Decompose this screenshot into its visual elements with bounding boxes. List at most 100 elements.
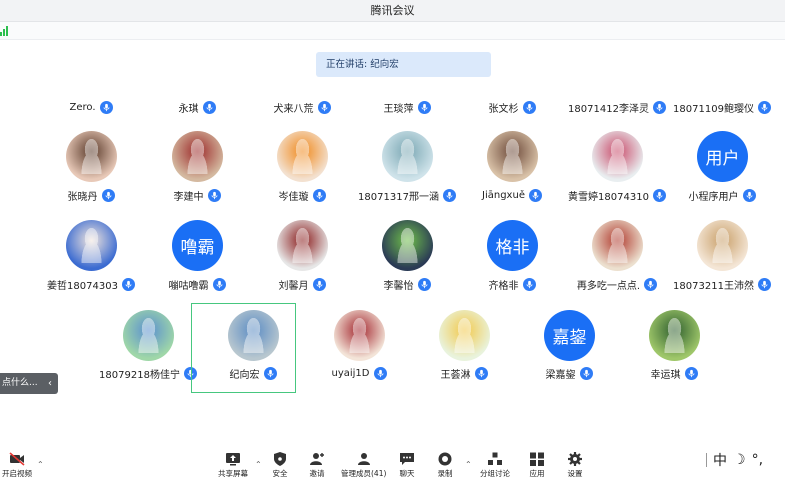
mic-icon[interactable] (312, 277, 326, 291)
participant-name: 张文杉 (488, 103, 519, 115)
participant-name: 幸运琪 (650, 369, 681, 381)
participant-name-row: 王琰萍 (352, 98, 462, 116)
mic-icon[interactable] (101, 188, 115, 202)
participant-name: 18073211王沛然 (673, 280, 754, 292)
participant-name: 王琰萍 (383, 103, 414, 115)
avatar[interactable] (123, 310, 174, 361)
avatar-image (602, 139, 633, 174)
participant-name: 张晓丹 (67, 191, 98, 203)
breakout-icon (488, 452, 502, 465)
avatar-image (602, 228, 633, 263)
participant-name: 18071412李泽灵 (568, 103, 649, 115)
breakout-rooms-button[interactable]: 分组讨论 (480, 452, 510, 480)
avatar-image (392, 228, 423, 263)
participant-name: 18079218杨佳宁 (99, 369, 180, 381)
mic-icon[interactable] (757, 277, 771, 291)
mic-icon[interactable] (757, 100, 771, 114)
mic-icon[interactable] (317, 100, 331, 114)
avatar-image (133, 318, 164, 353)
mic-icon[interactable] (373, 366, 387, 380)
chevron-up-icon[interactable]: ⌃ (465, 460, 472, 469)
participant-name-row: 张晓丹 (36, 186, 146, 204)
avatar[interactable] (439, 310, 490, 361)
avatar[interactable] (382, 131, 433, 182)
participant-name-row: 18071317邢一涵 (352, 186, 462, 204)
ime-status-bar[interactable]: 中 ☽ °, (706, 447, 785, 473)
video-button[interactable]: 开启视频 (2, 452, 32, 480)
mic-icon[interactable] (99, 100, 113, 114)
mic-icon[interactable] (522, 100, 536, 114)
mic-icon[interactable] (742, 188, 756, 202)
participant-name: Jiāngxuě (482, 189, 525, 201)
participant-name-row: 李建中 (142, 186, 252, 204)
avatar[interactable] (66, 131, 117, 182)
mic-icon[interactable] (417, 277, 431, 291)
signal-icon[interactable] (0, 25, 8, 36)
record-icon (438, 452, 452, 466)
avatar[interactable] (172, 131, 223, 182)
participant-name: 刘馨月 (278, 280, 309, 292)
ime-punct[interactable]: °, (752, 452, 763, 468)
mic-icon[interactable] (579, 366, 593, 380)
chevron-left-icon[interactable]: ‹ (48, 373, 52, 394)
avatar[interactable] (592, 220, 643, 271)
apps-icon (530, 452, 544, 466)
chevron-up-icon[interactable]: ⌃ (255, 460, 262, 469)
chat-icon (400, 453, 414, 465)
avatar-initials[interactable]: 噜霸 (172, 220, 223, 271)
avatar-initials[interactable]: 格非 (487, 220, 538, 271)
mic-icon[interactable] (522, 277, 536, 291)
moon-icon[interactable]: ☽ (733, 452, 746, 468)
security-button[interactable]: 安全 (272, 452, 288, 480)
participant-name-row: 18071109鲍璎仪 (667, 98, 777, 116)
settings-button[interactable]: 设置 (567, 452, 583, 480)
mic-icon[interactable] (652, 100, 666, 114)
avatar-image (707, 228, 738, 263)
participant-name-row: 黄雪婷18074310 (562, 186, 672, 204)
manage-members-button[interactable]: 管理成员(41) (341, 452, 386, 480)
apps-button[interactable]: 应用 (529, 452, 545, 480)
mic-icon[interactable] (121, 277, 135, 291)
chat-button[interactable]: 聊天 (399, 452, 415, 480)
mic-icon[interactable] (212, 277, 226, 291)
avatar[interactable] (277, 220, 328, 271)
avatar[interactable] (334, 310, 385, 361)
avatar-image (182, 139, 213, 174)
mic-icon[interactable] (417, 100, 431, 114)
participant-name: 嘣咕噜霸 (168, 280, 209, 292)
mic-icon[interactable] (207, 188, 221, 202)
mic-icon[interactable] (528, 188, 542, 202)
avatar[interactable] (592, 131, 643, 182)
invite-button[interactable]: 邀请 (309, 452, 325, 480)
avatar[interactable] (697, 220, 748, 271)
avatar[interactable] (649, 310, 700, 361)
mic-icon[interactable] (202, 100, 216, 114)
mic-icon[interactable] (442, 188, 456, 202)
avatar-initials[interactable]: 嘉鋆 (544, 310, 595, 361)
avatar[interactable] (66, 220, 117, 271)
participant-name-row: 嘣咕噜霸 (142, 275, 252, 293)
participant-name: 犬来八荒 (273, 103, 314, 115)
mic-icon[interactable] (644, 277, 658, 291)
participant-name: 18071317邢一涵 (358, 191, 439, 203)
share-screen-button[interactable]: 共享屏幕 (218, 452, 248, 480)
participant-name: 姜哲18074303 (47, 280, 118, 292)
avatar-image (497, 139, 528, 174)
mic-icon[interactable] (474, 366, 488, 380)
participant-name: 梁嘉鋆 (545, 369, 576, 381)
chevron-up-icon[interactable]: ⌃ (37, 460, 44, 469)
mic-icon[interactable] (312, 188, 326, 202)
ime-mode[interactable]: 中 (713, 450, 727, 470)
mic-icon[interactable] (652, 188, 666, 202)
participant-name-row: 永琪 (142, 98, 252, 116)
participant-name: 再多吃一点点. (576, 280, 641, 292)
mic-icon[interactable] (684, 366, 698, 380)
avatar[interactable] (487, 131, 538, 182)
participant-name: 李建中 (173, 191, 204, 203)
side-collapse-panel[interactable]: 点什么... ‹ (0, 373, 58, 394)
avatar[interactable] (277, 131, 328, 182)
record-button[interactable]: 录制 (437, 452, 453, 480)
avatar-initials[interactable]: 用户 (697, 131, 748, 182)
avatar[interactable] (382, 220, 433, 271)
participant-name-row: 18073211王沛然 (667, 275, 777, 293)
